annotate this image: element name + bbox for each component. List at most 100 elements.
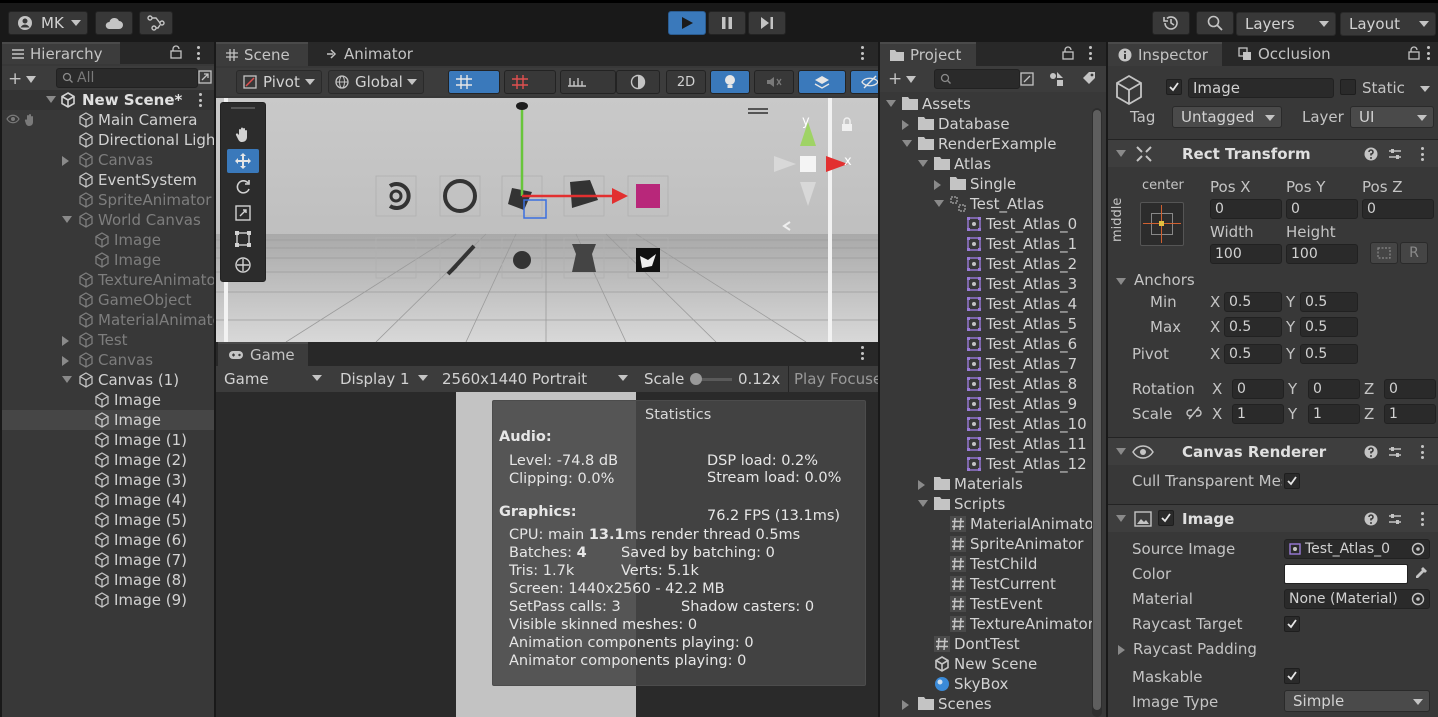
hierarchy-row[interactable]: Image [2, 230, 214, 250]
project-item[interactable]: Single [880, 174, 1090, 194]
hierarchy-row[interactable]: Test [2, 330, 214, 350]
project-item[interactable]: MaterialAnimator [880, 514, 1100, 534]
audio-button[interactable] [754, 70, 794, 94]
hierarchy-row[interactable]: Image (4) [2, 490, 214, 510]
rect-tool[interactable] [227, 227, 259, 251]
project-item[interactable]: SpriteAnimator [880, 534, 1090, 554]
image-component-header[interactable]: Image [1108, 504, 1438, 532]
project-item[interactable]: Test_Atlas_9 [880, 394, 1090, 414]
object-picker-icon[interactable] [1411, 592, 1425, 606]
help-icon[interactable] [1364, 147, 1378, 161]
transform-tool[interactable] [227, 253, 259, 277]
image-enabled-checkbox[interactable] [1158, 510, 1174, 526]
increment-snap-button[interactable] [504, 70, 556, 94]
blueprint-mode-button[interactable] [1370, 242, 1398, 264]
project-create-button[interactable]: + [888, 69, 917, 89]
scene-filter-icon[interactable] [198, 70, 212, 84]
project-item[interactable]: Test_Atlas_8 [880, 374, 1090, 394]
raw-edit-button[interactable]: R [1400, 242, 1428, 264]
min-x-input[interactable]: 0.5 [1224, 292, 1282, 312]
shading-mode-button[interactable] [616, 70, 660, 94]
scale-tool[interactable] [227, 201, 259, 225]
tab-hierarchy[interactable]: Hierarchy [2, 42, 120, 64]
hierarchy-row[interactable]: TextureAnimato [2, 270, 214, 290]
rot-y-input[interactable]: 0 [1308, 379, 1360, 399]
max-x-input[interactable]: 0.5 [1224, 317, 1282, 337]
hierarchy-row[interactable]: GameObject [2, 290, 214, 310]
project-item[interactable]: Atlas [880, 154, 1090, 174]
resolution-dropdown[interactable]: 2560x1440 Portrait [434, 367, 634, 391]
lock-icon[interactable] [170, 45, 182, 59]
hierarchy-row[interactable]: Canvas [2, 350, 214, 370]
hierarchy-row[interactable]: Image (3) [2, 470, 214, 490]
eye-icon[interactable] [6, 114, 20, 124]
tag-dropdown[interactable]: Untagged [1172, 106, 1282, 128]
pick-hand-icon[interactable] [24, 113, 36, 127]
raycast-target-checkbox[interactable] [1284, 616, 1300, 632]
game-view-dropdown[interactable]: Game [216, 367, 328, 391]
hierarchy-row[interactable]: Image (1) [2, 430, 214, 450]
color-swatch[interactable] [1284, 564, 1408, 584]
create-button[interactable]: + [8, 69, 37, 89]
hierarchy-row[interactable]: Image (6) [2, 530, 214, 550]
tab-occlusion[interactable]: Occlusion [1228, 42, 1341, 66]
pivot-x-input[interactable]: 0.5 [1224, 344, 1282, 364]
project-item[interactable]: TestChild [880, 554, 1090, 574]
project-item[interactable]: Database [880, 114, 1090, 134]
project-search-input[interactable] [934, 69, 1020, 89]
project-item[interactable]: RenderExample [880, 134, 1090, 154]
scene-root[interactable]: New Scene* [2, 90, 214, 110]
posx-input[interactable]: 0 [1210, 199, 1282, 219]
hierarchy-row[interactable]: Image (5) [2, 510, 214, 530]
object-name-input[interactable]: Image [1188, 78, 1334, 98]
project-item[interactable]: Assets [880, 94, 1090, 114]
scale-x-input[interactable]: 1 [1232, 404, 1284, 424]
project-item[interactable]: Test_Atlas_10 [880, 414, 1090, 434]
hierarchy-row[interactable]: Image [2, 250, 214, 270]
hierarchy-row[interactable]: SpriteAnimator [2, 190, 214, 210]
canvas-renderer-menu-icon[interactable] [1420, 445, 1424, 459]
active-checkbox[interactable] [1166, 79, 1182, 95]
layout-dropdown[interactable]: Layout [1340, 12, 1436, 36]
project-item[interactable]: Materials [880, 474, 1090, 494]
search-scope-icon[interactable] [1020, 72, 1034, 86]
hierarchy-row[interactable]: Canvas (1) [2, 370, 214, 390]
project-item[interactable]: New Scene [880, 654, 1090, 674]
global-dropdown[interactable]: Global [328, 70, 424, 94]
rot-z-input[interactable]: 0 [1384, 379, 1436, 399]
hierarchy-row[interactable]: Image (8) [2, 570, 214, 590]
hand-tool[interactable] [227, 123, 259, 147]
anchors-foldout[interactable]: Anchors [1116, 271, 1195, 289]
tab-inspector[interactable]: Inspector [1108, 42, 1222, 66]
project-item[interactable]: SkyBox [880, 674, 1090, 694]
lock-icon[interactable] [1062, 46, 1074, 60]
display-dropdown[interactable]: Display 1 [332, 367, 434, 391]
filter-label-icon[interactable] [1082, 71, 1096, 85]
search-button[interactable] [1196, 11, 1234, 35]
presets-icon[interactable] [1388, 445, 1402, 459]
constrain-proportions-icon[interactable] [1186, 406, 1202, 420]
2d-mode-button[interactable]: 2D [666, 70, 706, 94]
project-item[interactable]: Test_Atlas_5 [880, 314, 1090, 334]
project-item[interactable]: Test_Atlas [880, 194, 1090, 214]
project-item[interactable]: Test_Atlas_1 [880, 234, 1090, 254]
static-dropdown-arrow[interactable] [1420, 86, 1430, 92]
static-checkbox[interactable] [1340, 79, 1356, 95]
collab-button[interactable] [139, 11, 173, 35]
width-input[interactable]: 100 [1210, 244, 1282, 264]
layer-dropdown[interactable]: UI [1350, 106, 1434, 128]
project-scrollbar-thumb[interactable] [1093, 110, 1101, 710]
posy-input[interactable]: 0 [1286, 199, 1358, 219]
move-tool[interactable] [227, 149, 259, 173]
project-item[interactable]: Test_Atlas_6 [880, 334, 1090, 354]
scene-menu-icon[interactable] [198, 93, 202, 107]
hierarchy-row[interactable]: Directional Ligh [2, 130, 214, 150]
image-component-menu-icon[interactable] [1420, 512, 1424, 526]
material-field[interactable]: None (Material) [1284, 589, 1430, 609]
project-item[interactable]: Scenes [880, 694, 1090, 714]
hierarchy-row[interactable]: EventSystem [2, 170, 214, 190]
tab-scene[interactable]: Scene [216, 42, 308, 66]
filter-type-icon[interactable] [1048, 71, 1064, 87]
scale-z-input[interactable]: 1 [1384, 404, 1436, 424]
project-item[interactable]: Test_Atlas_7 [880, 354, 1090, 374]
